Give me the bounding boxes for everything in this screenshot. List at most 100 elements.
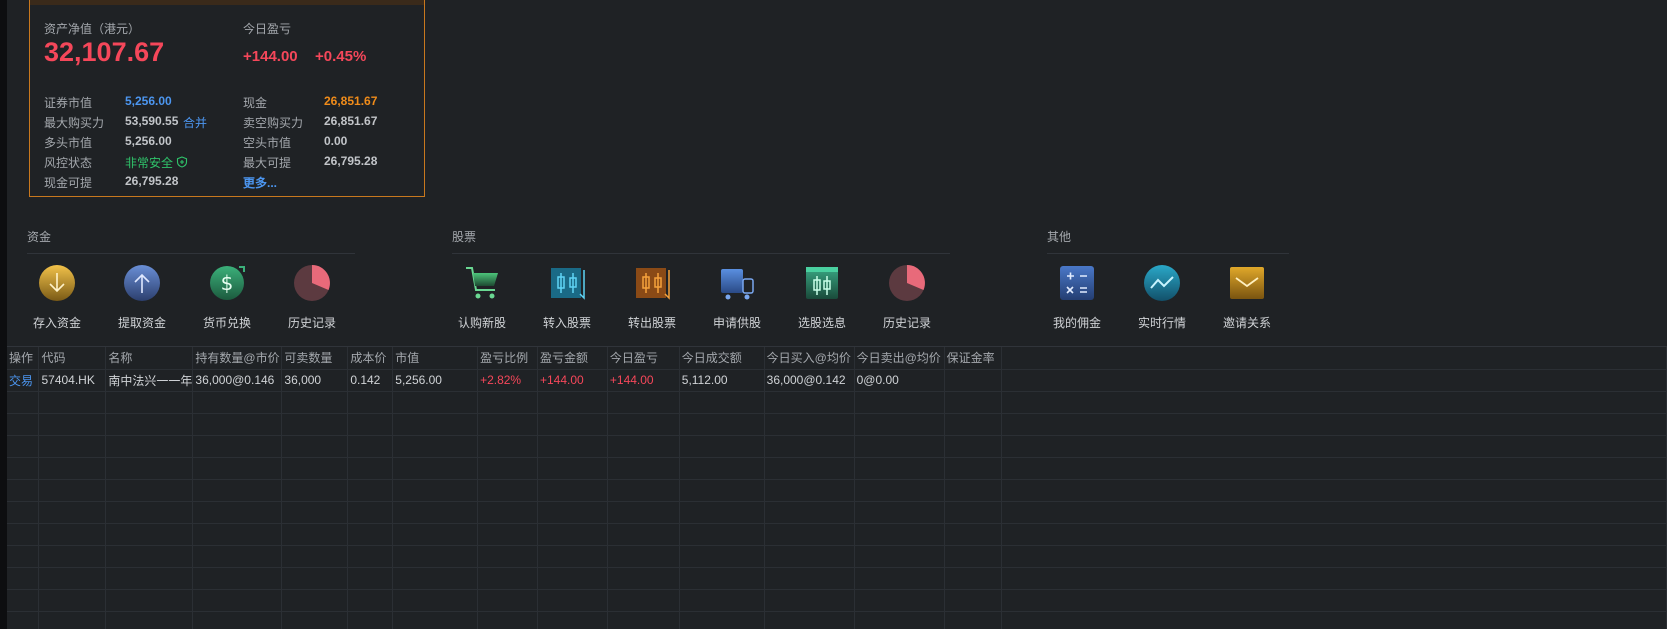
- merge-link[interactable]: 合并: [183, 114, 207, 131]
- table-header-row: 操作 代码 名称 持有数量@市价 可卖数量 成本价 市值 盈亏比例 盈亏金额 今…: [7, 347, 1667, 370]
- col-header-today-turnover[interactable]: 今日成交额: [679, 347, 765, 370]
- col-header-today-pnl[interactable]: 今日盈亏: [607, 347, 680, 370]
- cell-name: 南中法兴一一年: [105, 369, 194, 392]
- cell-pnl-ratio: +2.82%: [477, 369, 538, 392]
- cell-qty-price: 36,000@0.146: [192, 369, 283, 392]
- col-header-filler: [1001, 347, 1667, 370]
- max-buying-power-label: 最大购买力: [44, 116, 105, 130]
- today-pnl-label: 今日盈亏: [243, 22, 292, 36]
- cell-today-sell: 0@0.00: [854, 369, 945, 392]
- short-buying-power-label: 卖空购买力: [243, 116, 304, 130]
- col-header-cost[interactable]: 成本价: [347, 347, 394, 370]
- shopping-cart-icon: [466, 267, 498, 299]
- deposit-arrow-icon: [39, 265, 75, 301]
- empty-row: [7, 391, 1667, 414]
- today-pnl-percent: +0.45%: [315, 48, 367, 65]
- cell-cost: 0.142: [347, 369, 394, 392]
- truck-icon: [721, 269, 754, 300]
- withdraw-funds-button[interactable]: 提取资金: [107, 264, 177, 331]
- short-market-value-label: 空头市值: [243, 136, 292, 150]
- account-summary-card: 资产净值（港元） 32,107.67 今日盈亏 +144.00 +0.45% 证…: [29, 0, 425, 197]
- col-header-margin[interactable]: 保证金率: [944, 347, 1002, 370]
- other-section-divider: [1047, 253, 1289, 254]
- stock-history-label: 历史记录: [882, 316, 931, 330]
- transfer-in-stock-button[interactable]: 转入股票: [532, 264, 602, 331]
- max-withdrawable-value: 26,795.28: [324, 154, 378, 168]
- ipo-subscribe-button[interactable]: 认购新股: [447, 264, 517, 331]
- col-header-sellable[interactable]: 可卖数量: [281, 347, 349, 370]
- funds-section-title: 资金: [27, 230, 52, 244]
- col-header-market-value[interactable]: 市值: [392, 347, 479, 370]
- empty-row: [7, 523, 1667, 546]
- cell-margin: [944, 369, 1002, 392]
- envelope-icon: [1230, 267, 1264, 299]
- trade-link[interactable]: 交易: [7, 369, 40, 392]
- transfer-in-stock-label: 转入股票: [542, 316, 591, 330]
- cash-label: 现金: [243, 96, 268, 110]
- empty-row: [7, 545, 1667, 568]
- risk-status-label: 风控状态: [44, 156, 93, 170]
- transfer-out-stock-button[interactable]: 转出股票: [617, 264, 687, 331]
- long-market-value-label: 多头市值: [44, 136, 93, 150]
- realtime-quotes-label: 实时行情: [1137, 316, 1186, 330]
- invite-relation-button[interactable]: 邀请关系: [1212, 264, 1282, 331]
- empty-row: [7, 413, 1667, 436]
- cash-withdrawable-label: 现金可提: [44, 176, 93, 190]
- cell-code: 57404.HK: [38, 369, 107, 392]
- securities-value-label: 证券市值: [44, 96, 93, 110]
- net-assets-value: 32,107.67: [44, 37, 165, 67]
- more-link[interactable]: 更多...: [243, 174, 277, 191]
- withdraw-arrow-icon: [124, 265, 160, 301]
- stocks-section-title: 股票: [452, 230, 477, 244]
- card-top-bar: [30, 0, 424, 5]
- funds-section-divider: [27, 253, 355, 254]
- funds-history-label: 历史记录: [287, 316, 336, 330]
- history-pie-icon: [294, 265, 330, 301]
- my-commission-label: 我的佣金: [1052, 316, 1101, 330]
- funds-history-button[interactable]: 历史记录: [277, 264, 347, 331]
- max-withdrawable-label: 最大可提: [243, 156, 292, 170]
- cell-market-value: 5,256.00: [392, 369, 479, 392]
- cell-today-buy: 36,000@0.142: [764, 369, 855, 392]
- today-pnl-amount: +144.00: [243, 48, 298, 65]
- cell-filler: [1001, 369, 1667, 392]
- securities-value: 5,256.00: [125, 94, 172, 108]
- transfer-out-stock-label: 转出股票: [627, 316, 676, 330]
- net-assets-label: 资产净值（港元）: [44, 22, 141, 36]
- stocks-section-divider: [452, 253, 950, 254]
- max-buying-power-value: 53,590.55: [125, 114, 179, 128]
- deposit-funds-button[interactable]: 存入资金: [22, 264, 92, 331]
- col-header-today-buy[interactable]: 今日买入@均价: [764, 347, 855, 370]
- table-row[interactable]: 交易 57404.HK 南中法兴一一年 36,000@0.146 36,000 …: [7, 369, 1667, 392]
- empty-row: [7, 611, 1667, 629]
- empty-row: [7, 479, 1667, 502]
- stock-history-button[interactable]: 历史记录: [872, 264, 942, 331]
- currency-exchange-icon: $: [210, 266, 245, 300]
- cash-value: 26,851.67: [324, 94, 378, 108]
- col-header-action[interactable]: 操作: [7, 347, 40, 370]
- short-market-value: 0.00: [324, 134, 348, 148]
- cell-today-turnover: 5,112.00: [679, 369, 765, 392]
- rights-issue-button[interactable]: 申请供股: [702, 264, 772, 331]
- col-header-pnl-ratio[interactable]: 盈亏比例: [477, 347, 538, 370]
- empty-row: [7, 567, 1667, 590]
- positions-table: 操作 代码 名称 持有数量@市价 可卖数量 成本价 市值 盈亏比例 盈亏金额 今…: [7, 347, 1667, 629]
- col-header-today-sell[interactable]: 今日卖出@均价: [854, 347, 945, 370]
- cell-today-pnl: +144.00: [607, 369, 680, 392]
- rights-issue-label: 申请供股: [712, 316, 761, 330]
- history-pie-icon: [889, 265, 925, 301]
- col-header-qty-price[interactable]: 持有数量@市价: [192, 347, 283, 370]
- col-header-pnl-amount[interactable]: 盈亏金额: [537, 347, 608, 370]
- my-commission-button[interactable]: 我的佣金: [1042, 264, 1112, 331]
- deposit-funds-label: 存入资金: [32, 316, 81, 330]
- currency-exchange-label: 货币兑换: [202, 316, 251, 330]
- svg-text:$: $: [221, 271, 234, 295]
- stock-election-button[interactable]: 选股选息: [787, 264, 857, 331]
- ipo-subscribe-label: 认购新股: [457, 316, 506, 330]
- realtime-quotes-button[interactable]: 实时行情: [1127, 264, 1197, 331]
- long-market-value: 5,256.00: [125, 134, 172, 148]
- col-header-code[interactable]: 代码: [38, 347, 107, 370]
- col-header-name[interactable]: 名称: [105, 347, 194, 370]
- currency-exchange-button[interactable]: $ 货币兑换: [192, 264, 262, 331]
- realtime-line-icon: [1144, 265, 1180, 301]
